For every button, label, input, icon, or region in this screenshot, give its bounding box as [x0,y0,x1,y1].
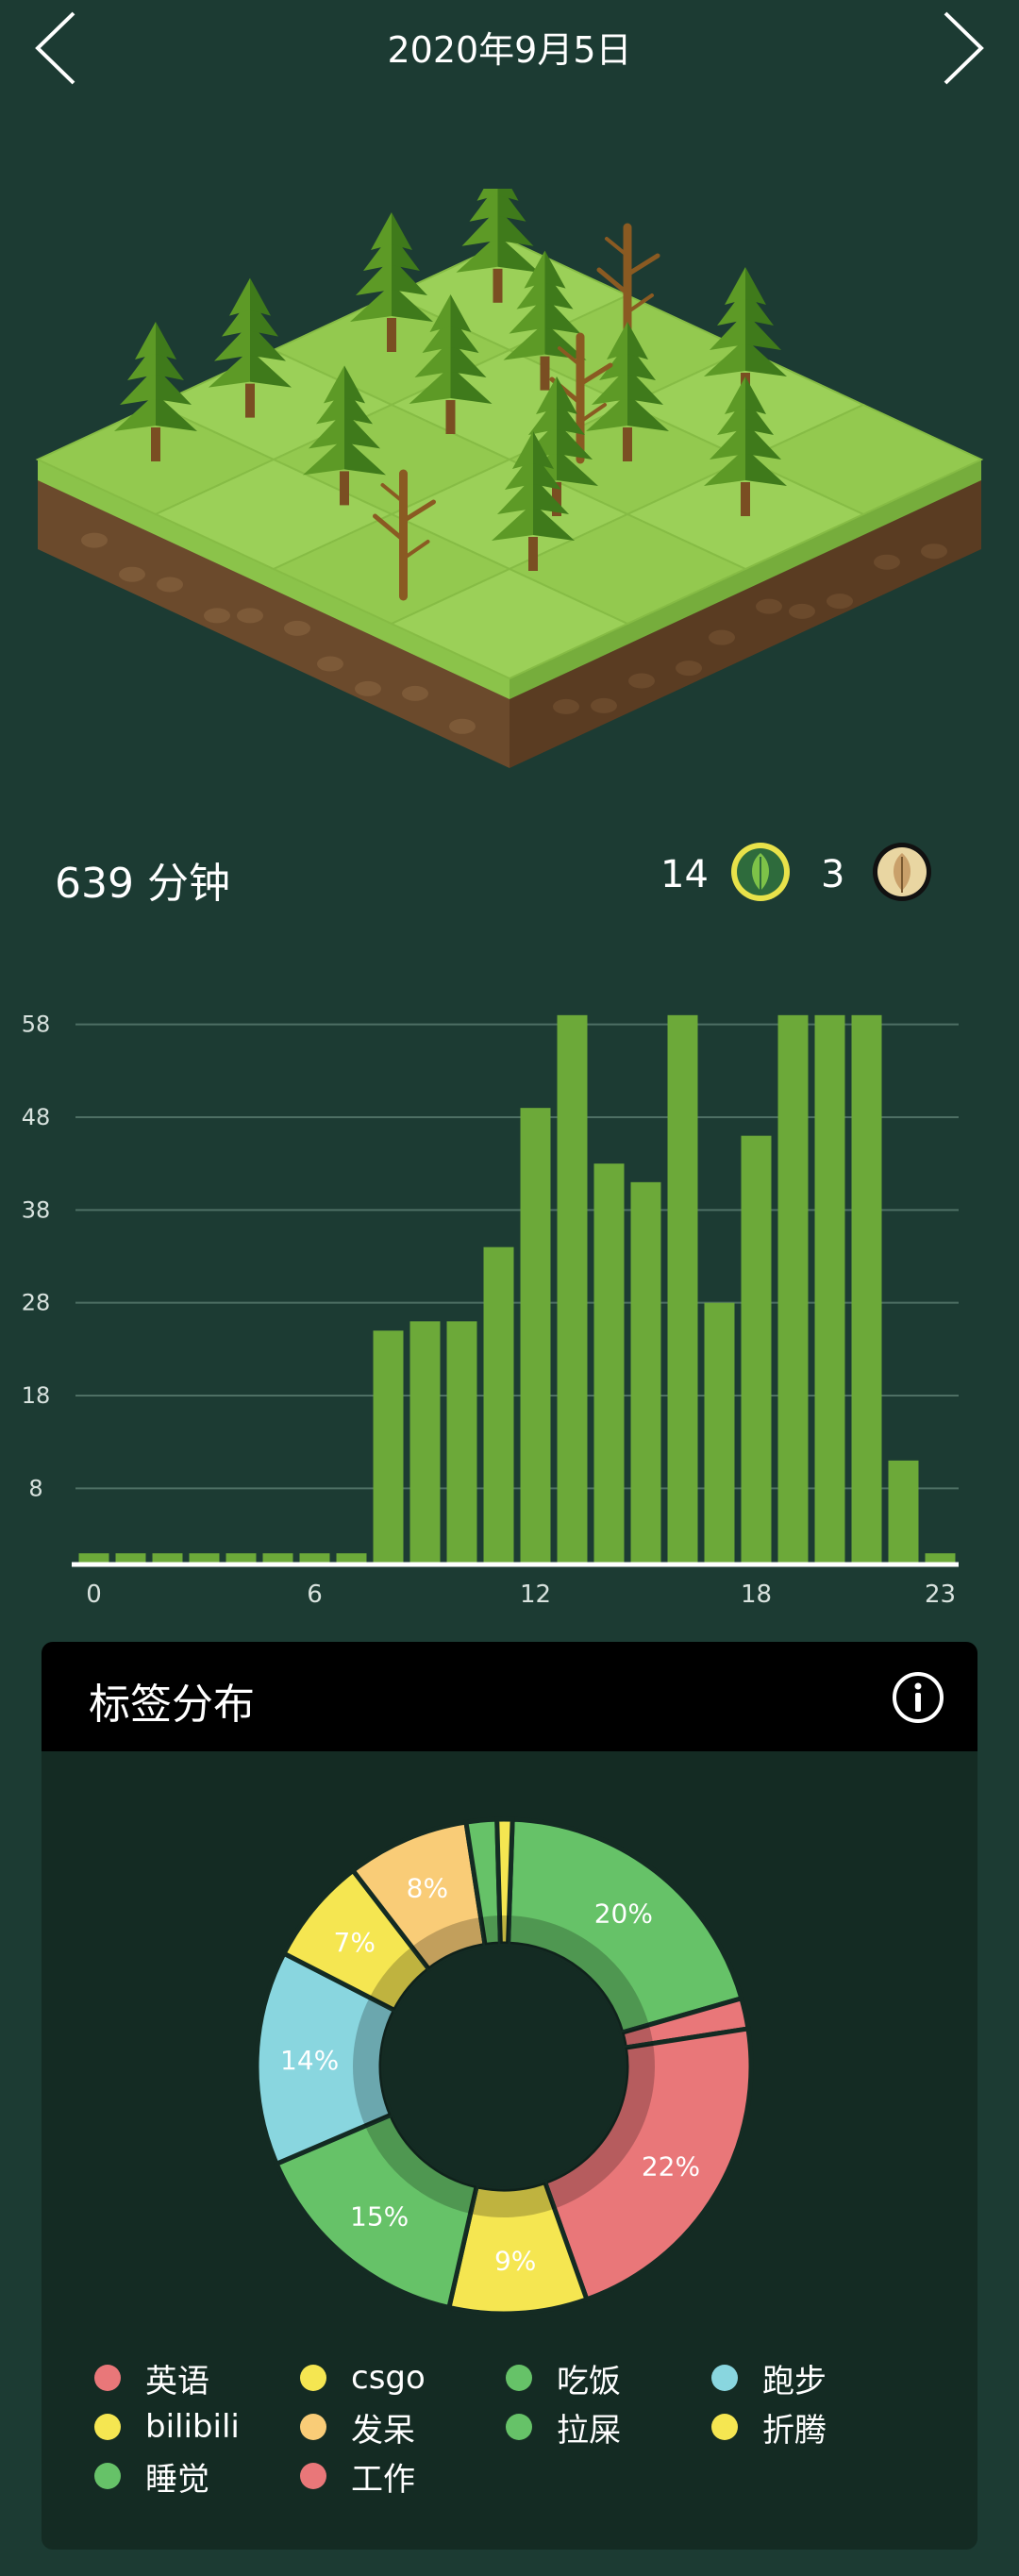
legend-item: 睡觉 [94,2457,209,2499]
y-tick-label: 18 [22,1382,51,1409]
bar [336,1553,367,1563]
slice-label: 14% [280,2045,339,2076]
bar [593,1163,625,1563]
legend-label: csgo [351,2359,426,2397]
bar [667,1014,698,1563]
bar [520,1108,551,1563]
tag-donut-chart: 20% 22% 9% 15% 14% 7% 8% [230,1793,777,2340]
x-tick-label: 6 [307,1581,323,1609]
legend-color-dot [94,2414,121,2440]
legend-label: bilibili [145,2408,240,2446]
donut-slice-shade [499,1915,510,1945]
next-day-button[interactable] [925,6,1010,91]
slice-label: 9% [494,2246,536,2277]
legend-item: 吃饭 [506,2359,621,2400]
bar [226,1553,257,1563]
legend-color-dot [94,2463,121,2489]
legend-color-dot [711,2414,738,2440]
y-tick-label: 8 [28,1475,42,1501]
bar [814,1014,845,1563]
legend-color-dot [300,2463,326,2489]
info-icon [893,1672,944,1723]
bar [152,1553,183,1563]
bar [704,1302,735,1563]
slice-label: 22% [642,2150,700,2182]
hourly-focus-chart: 8 18 28 38 48 58 0 6 12 18 23 [0,972,1019,1632]
bar [741,1135,772,1563]
y-tick-label: 48 [22,1104,51,1130]
legend-item: 折腾 [711,2408,827,2450]
bar [299,1553,330,1563]
tag-card-header: 标签分布 [42,1642,977,1751]
bar [409,1321,441,1563]
legend-label: 跑步 [762,2362,827,2400]
legend-item: 发呆 [300,2408,415,2450]
y-tick-label: 28 [22,1290,51,1316]
x-tick-label: 12 [520,1581,551,1609]
legend-label: 发呆 [351,2411,415,2450]
x-tick-label: 23 [925,1581,956,1609]
slice-label: 20% [594,1899,653,1930]
healthy-tree-count: 14 [660,853,709,896]
date-title: 2020年9月5日 [387,29,632,71]
stats-row: 639 分钟 14 3 [0,830,1019,925]
legend-item: 工作 [300,2457,415,2499]
legend-color-dot [506,2365,532,2391]
bar [483,1246,514,1563]
x-tick-label: 18 [741,1581,772,1609]
legend-item: bilibili [94,2408,240,2446]
bar [189,1553,220,1563]
legend-label: 吃饭 [557,2362,621,2400]
legend-color-dot [711,2365,738,2391]
donut-svg: 20% 22% 9% 15% 14% 7% 8% [254,1816,754,2317]
legend-item: 拉屎 [506,2408,621,2450]
tag-distribution-card: 标签分布 20% 22% 9% 15% 14% 7% 8% 英语 csgo 吃饭 跑步 bilibi… [42,1642,977,2550]
legend-item: csgo [300,2359,426,2397]
legend-color-dot [94,2365,121,2391]
y-tick-label: 58 [22,1012,51,1038]
top-bar: 2020年9月5日 [0,0,1019,94]
focus-minutes: 639 分钟 [55,860,230,908]
bar [630,1181,661,1563]
forest-image [35,162,984,768]
bar-chart-svg: 8 18 28 38 48 58 0 6 12 18 23 [22,1012,959,1609]
bar [78,1553,109,1563]
healthy-leaf-icon [728,840,793,904]
legend-label: 折腾 [762,2411,827,2450]
chevron-right-icon [944,11,984,85]
info-button[interactable] [891,1670,945,1725]
bar [851,1014,882,1563]
bar [557,1014,588,1563]
x-tick-label: 0 [86,1581,102,1609]
forest-illustration [28,162,991,830]
y-tick-label: 38 [22,1196,51,1223]
legend-item: 跑步 [711,2359,827,2400]
slice-label: 7% [334,1927,376,1958]
legend-color-dot [300,2365,326,2391]
slice-label: 15% [350,2200,409,2232]
legend-label: 英语 [145,2362,209,2400]
bar [446,1321,477,1563]
bar [777,1014,809,1563]
bar [373,1330,404,1563]
legend-item: 英语 [94,2359,209,2400]
tag-card-title: 标签分布 [89,1681,255,1729]
legend-color-dot [506,2414,532,2440]
slice-label: 8% [407,1873,448,1904]
legend-label: 拉屎 [557,2411,621,2450]
dead-tree-count: 3 [821,853,845,896]
legend-color-dot [300,2414,326,2440]
bar [888,1460,919,1563]
bar [262,1553,293,1563]
withered-leaf-icon [870,840,934,904]
legend-label: 工作 [351,2460,415,2499]
legend-label: 睡觉 [145,2460,209,2499]
bar [925,1553,956,1563]
bar [115,1553,146,1563]
